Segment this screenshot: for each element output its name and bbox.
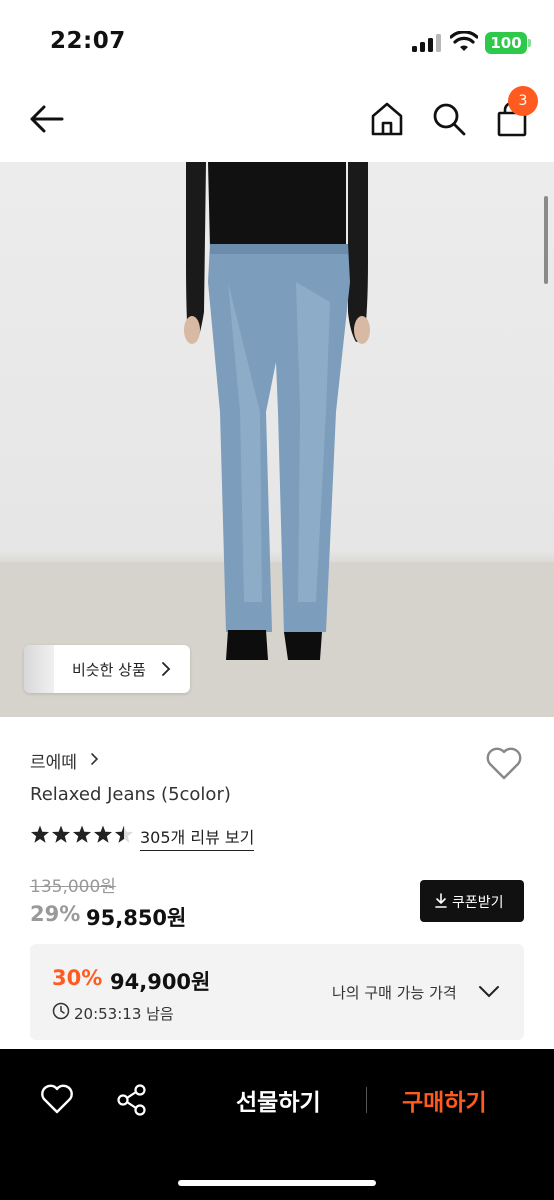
discount-rate: 29% (30, 902, 81, 926)
battery-icon: 100 (485, 32, 527, 54)
status-bar: 22:07 100 (0, 0, 554, 82)
home-icon[interactable] (368, 100, 406, 138)
rating-star (51, 825, 71, 843)
status-time: 22:07 (50, 28, 126, 54)
similar-products-thumbnail (24, 645, 54, 693)
back-arrow-icon[interactable] (26, 100, 68, 138)
buy-button[interactable]: 구매하기 (402, 1083, 487, 1117)
clock-icon (52, 1002, 70, 1020)
image-scrollbar[interactable] (544, 196, 548, 284)
my-price: 94,900원 (110, 970, 211, 994)
countdown-timer: 20:53:13 남음 (74, 1005, 174, 1023)
cart-count-badge: 3 (508, 86, 538, 116)
battery-tip (528, 39, 531, 47)
rating-stars (30, 825, 134, 843)
original-price: 135,000원 (30, 877, 116, 897)
gift-button[interactable]: 선물하기 (236, 1083, 321, 1117)
sale-price: 95,850원 (86, 906, 187, 930)
coupon-button[interactable]: 쿠폰받기 (420, 880, 524, 922)
wifi-icon (450, 31, 478, 51)
my-discount-rate: 30% (52, 966, 103, 990)
top-nav (0, 82, 554, 162)
chevron-down-icon[interactable] (478, 984, 500, 998)
signal-icon (412, 34, 442, 52)
rating-star (93, 825, 113, 843)
my-price-label: 나의 구매 가능 가격 (332, 984, 457, 1002)
review-link[interactable]: 305개 리뷰 보기 (140, 824, 255, 851)
bottom-action-bar: 선물하기 구매하기 (0, 1049, 554, 1200)
download-icon (435, 893, 447, 908)
search-icon[interactable] (430, 100, 468, 138)
rating-star (30, 825, 50, 843)
rating-star (114, 825, 134, 843)
coupon-label: 쿠폰받기 (452, 895, 504, 911)
brand-link[interactable]: 르에떼 (30, 748, 77, 773)
share-icon[interactable] (116, 1083, 148, 1117)
product-photo-illustration (0, 162, 554, 717)
chevron-right-icon (162, 662, 171, 676)
wishlist-heart-icon[interactable] (484, 744, 524, 782)
similar-products-label: 비슷한 상품 (72, 661, 146, 679)
rating-star (72, 825, 92, 843)
chevron-right-icon (91, 753, 99, 765)
similar-products-button[interactable]: 비슷한 상품 (24, 645, 190, 693)
product-image[interactable] (0, 162, 554, 717)
my-price-panel[interactable]: 30% 94,900원 나의 구매 가능 가격 20:53:13 남음 (30, 944, 524, 1040)
divider (366, 1087, 367, 1113)
home-indicator (178, 1180, 376, 1186)
product-name: Relaxed Jeans (5color) (30, 784, 231, 805)
heart-icon[interactable] (40, 1083, 74, 1115)
